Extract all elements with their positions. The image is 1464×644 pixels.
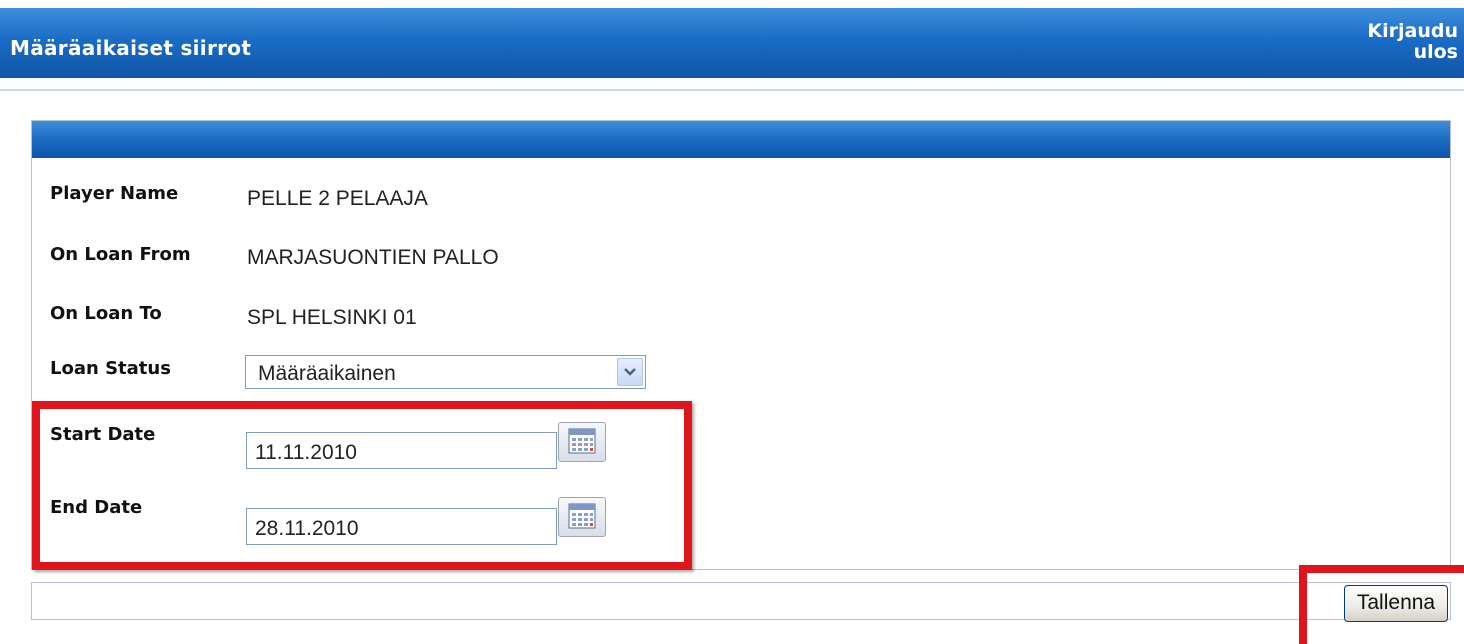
start-date-input[interactable]: 11.11.2010 <box>246 432 557 469</box>
loan-status-label: Loan Status <box>50 358 171 379</box>
player-name-label: Player Name <box>50 183 179 204</box>
loan-from-value: MARJASUONTIEN PALLO <box>247 246 499 269</box>
loan-status-select[interactable]: Määräaikainen <box>245 355 646 389</box>
header-divider <box>0 89 1464 91</box>
page-title: Määräaikaiset siirrot <box>10 36 252 60</box>
top-header-bar: Määräaikaiset siirrot Kirjaudu ulos <box>0 8 1464 78</box>
form-footer <box>31 582 1451 620</box>
start-date-calendar-button[interactable] <box>558 422 606 462</box>
player-name-value: PELLE 2 PELAAJA <box>247 187 428 210</box>
loan-form-panel <box>31 120 1451 570</box>
panel-header <box>32 121 1450 158</box>
loan-status-selected-value: Määräaikainen <box>258 362 396 385</box>
start-date-label: Start Date <box>50 424 156 445</box>
loan-from-label: On Loan From <box>50 244 191 265</box>
logout-link[interactable]: Kirjaudu ulos <box>1318 21 1458 63</box>
calendar-icon <box>559 428 605 465</box>
calendar-icon <box>559 503 605 540</box>
end-date-input[interactable]: 28.11.2010 <box>246 508 557 545</box>
loan-to-label: On Loan To <box>50 303 162 324</box>
end-date-calendar-button[interactable] <box>558 497 606 537</box>
save-button[interactable]: Tallenna <box>1344 585 1448 622</box>
chevron-down-icon[interactable] <box>617 358 643 386</box>
loan-to-value: SPL HELSINKI 01 <box>247 306 417 329</box>
end-date-label: End Date <box>50 497 143 518</box>
